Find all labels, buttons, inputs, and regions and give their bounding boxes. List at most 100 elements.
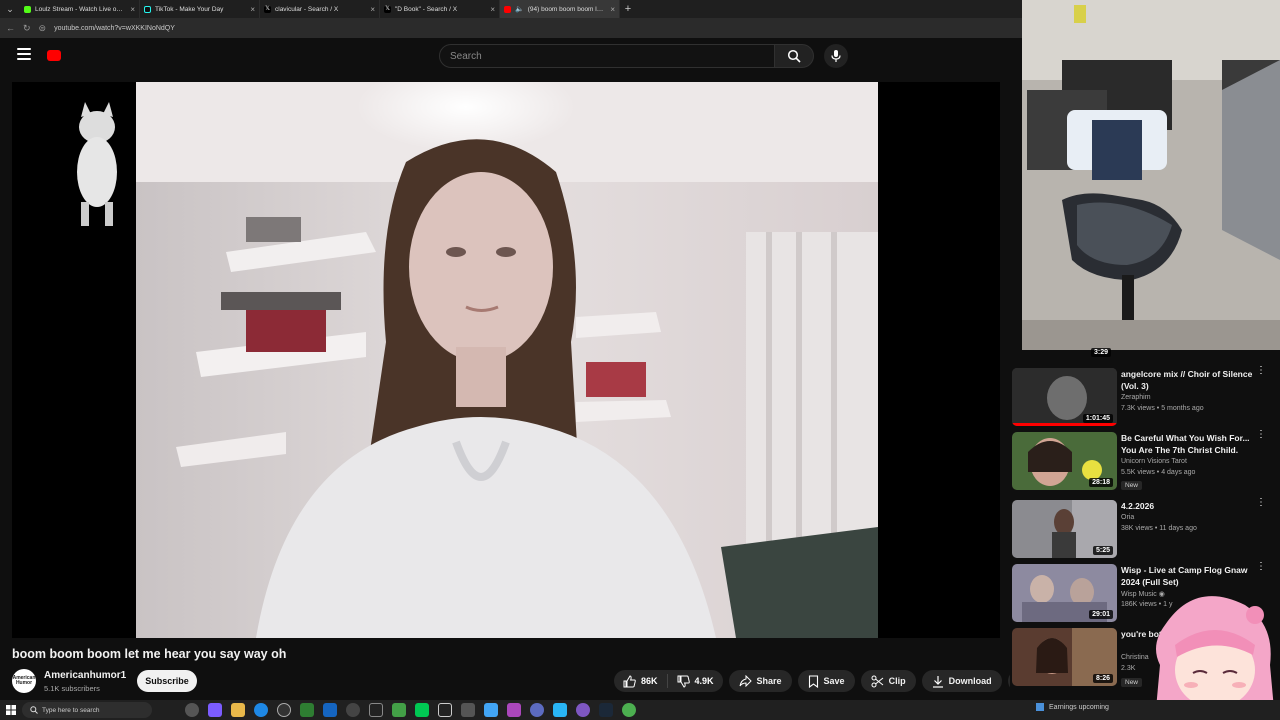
- close-icon[interactable]: ×: [250, 5, 255, 14]
- browser-tab-strip: ⌄ Loulz Stream - Watch Live on Kick × Ti…: [0, 0, 1022, 18]
- taskbar-app-icon[interactable]: [575, 703, 590, 717]
- kick-icon: [24, 5, 31, 13]
- tab-menu-chevron-icon[interactable]: ⌄: [0, 0, 20, 18]
- video-thumbnail[interactable]: 8:26: [1012, 628, 1117, 686]
- recommendation-item[interactable]: 1:01:45 angelcore mix // Choir of Silenc…: [1012, 366, 1280, 430]
- tab-title: clavicular - Search / X: [275, 5, 339, 13]
- subscribe-button[interactable]: Subscribe: [137, 670, 197, 692]
- download-button[interactable]: Download: [921, 670, 1002, 692]
- voice-search-button[interactable]: [824, 44, 848, 68]
- windows-logo-icon: [6, 705, 16, 715]
- duration-badge: 28:18: [1089, 478, 1113, 487]
- taskbar-app-icon[interactable]: [322, 703, 337, 717]
- youtube-header: Search: [0, 38, 1022, 74]
- download-label: Download: [948, 676, 992, 686]
- taskbar-app-icon[interactable]: [207, 703, 222, 717]
- video-thumbnail[interactable]: 29:01: [1012, 564, 1117, 622]
- video-duration-badge: 3:29: [1091, 348, 1112, 357]
- video-title: boom boom boom let me hear you say way o…: [12, 647, 287, 661]
- youtube-logo[interactable]: [47, 50, 61, 61]
- recommendation-meta: 7.3K views • 5 months ago: [1121, 405, 1204, 412]
- taskbar-app-icon[interactable]: [437, 703, 452, 717]
- windows-taskbar: Type here to search Earnings upcoming: [0, 700, 1280, 720]
- close-icon[interactable]: ×: [370, 5, 375, 14]
- recommendation-title[interactable]: 4.2.2026: [1121, 500, 1253, 512]
- taskbar-app-icon[interactable]: [276, 703, 291, 717]
- dislike-button[interactable]: 4.9K: [668, 670, 723, 692]
- taskbar-app-icon[interactable]: [552, 703, 567, 717]
- tray-widget-text[interactable]: Earnings upcoming: [1049, 704, 1109, 711]
- taskbar-app-icon[interactable]: [460, 703, 475, 717]
- taskbar-app-icon[interactable]: [299, 703, 314, 717]
- back-arrow-icon[interactable]: ←: [6, 23, 15, 33]
- microphone-icon: [831, 50, 841, 62]
- clip-label: Clip: [888, 676, 906, 686]
- recommendation-item[interactable]: 5:25 4.2.2026 Oria 38K views • 11 days a…: [1012, 498, 1280, 562]
- more-vertical-icon[interactable]: ⋮: [1256, 366, 1266, 376]
- taskbar-edge-icon[interactable]: [253, 703, 268, 717]
- channel-avatar[interactable]: American Humor: [12, 669, 36, 693]
- video-thumbnail[interactable]: 28:18: [1012, 432, 1117, 490]
- taskbar-app-icon[interactable]: [506, 703, 521, 717]
- video-webcam-image: [136, 82, 878, 638]
- video-player[interactable]: [12, 82, 1000, 638]
- search-button[interactable]: [774, 44, 814, 68]
- new-tab-plus-icon[interactable]: +: [620, 3, 636, 15]
- video-thumbnail[interactable]: 1:01:45: [1012, 368, 1117, 426]
- browser-tab-tiktok[interactable]: TikTok - Make Your Day ×: [140, 0, 260, 18]
- taskbar-app-icon[interactable]: [345, 703, 360, 717]
- start-button[interactable]: [0, 705, 22, 715]
- new-badge: New: [1121, 481, 1143, 490]
- taskbar-app-icon[interactable]: [483, 703, 498, 717]
- close-icon[interactable]: ×: [130, 5, 135, 14]
- close-icon[interactable]: ×: [610, 5, 615, 14]
- taskbar-search-input[interactable]: Type here to search: [22, 702, 152, 718]
- tab-title: Loulz Stream - Watch Live on Kick: [35, 5, 127, 13]
- streamer-webcam-overlay: [1022, 0, 1280, 350]
- recommendation-channel[interactable]: Oria: [1121, 514, 1134, 521]
- search-input[interactable]: Search: [439, 44, 775, 68]
- browser-tab-kick[interactable]: Loulz Stream - Watch Live on Kick ×: [20, 0, 140, 18]
- more-vertical-icon[interactable]: ⋮: [1256, 498, 1266, 508]
- browser-tab-x-dbook[interactable]: 𝕏 "D Book" - Search / X ×: [380, 0, 500, 18]
- reload-icon[interactable]: ↻: [23, 23, 31, 34]
- taskbar-app-icon[interactable]: [391, 703, 406, 717]
- subscriber-count: 5.1K subscribers: [44, 684, 100, 693]
- webcam-room-image: [1022, 0, 1280, 350]
- screen: ⌄ Loulz Stream - Watch Live on Kick × Ti…: [0, 0, 1280, 720]
- clip-button[interactable]: Clip: [860, 670, 916, 692]
- more-vertical-icon[interactable]: ⋮: [1256, 430, 1266, 440]
- taskbar-app-icon[interactable]: [184, 703, 199, 717]
- recommendation-title[interactable]: angelcore mix // Choir of Silence (Vol. …: [1121, 368, 1253, 392]
- youtube-icon: [504, 5, 511, 13]
- share-button[interactable]: Share: [728, 670, 792, 692]
- site-info-icon[interactable]: ⊜: [39, 23, 47, 34]
- taskbar-steam-icon[interactable]: [598, 703, 613, 717]
- tab-title: "D Book" - Search / X: [395, 5, 458, 13]
- taskbar-app-icon[interactable]: [368, 703, 383, 717]
- recommendation-item[interactable]: 28:18 Be Careful What You Wish For... Yo…: [1012, 430, 1280, 494]
- taskbar-folder-icon[interactable]: [230, 703, 245, 717]
- recommendation-title[interactable]: Be Careful What You Wish For... You Are …: [1121, 432, 1253, 456]
- recommendation-channel[interactable]: Unicorn Visions Tarot: [1121, 458, 1187, 465]
- recommendation-channel[interactable]: Zeraphim: [1121, 394, 1151, 401]
- taskbar-app-icon[interactable]: [414, 703, 429, 717]
- video-thumbnail[interactable]: 5:25: [1012, 500, 1117, 558]
- menu-hamburger-icon[interactable]: [17, 48, 31, 60]
- like-dislike-group: 86K 4.9K: [614, 670, 723, 692]
- more-vertical-icon[interactable]: ⋮: [1256, 562, 1266, 572]
- browser-tab-x-clavicular[interactable]: 𝕏 clavicular - Search / X ×: [260, 0, 380, 18]
- cat-sticker-overlay: [77, 102, 117, 226]
- url-text[interactable]: youtube.com/watch?v=wXKKINoNdQY: [54, 25, 175, 32]
- like-button[interactable]: 86K: [614, 670, 667, 692]
- duration-badge: 1:01:45: [1082, 414, 1113, 423]
- browser-tab-youtube[interactable]: 🔈 (94) boom boom boom let m ×: [500, 0, 620, 18]
- close-icon[interactable]: ×: [490, 5, 495, 14]
- channel-name[interactable]: Americanhumor1: [44, 670, 126, 681]
- taskbar-chrome-icon[interactable]: [621, 703, 636, 717]
- speaker-icon: 🔈: [515, 6, 524, 13]
- save-button[interactable]: Save: [797, 670, 855, 692]
- taskbar-app-icon[interactable]: [529, 703, 544, 717]
- news-widget-icon[interactable]: [1036, 703, 1044, 711]
- x-logo-icon: 𝕏: [384, 5, 391, 13]
